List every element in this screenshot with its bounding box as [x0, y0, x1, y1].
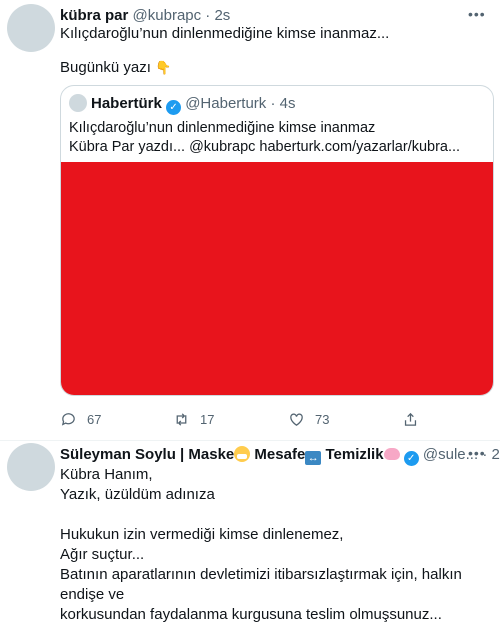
- like-count: 73: [315, 412, 330, 427]
- pointing-hand-icon: 👇: [155, 60, 172, 75]
- tweet-text-line1: Kılıçdaroğlu’nun dinlenmediğine kimse in…: [60, 25, 390, 42]
- tweet-text-line: Yazık, üzüldüm adınıza: [60, 486, 215, 503]
- quoted-text-line2: Kübra Par yazdı... @kubrapc haberturk.co…: [69, 139, 461, 155]
- tweet-text-line: korkusundan faydalanma kurgusuna teslim …: [60, 606, 442, 623]
- retweet-icon: [176, 413, 187, 426]
- quoted-text-line1: Kılıçdaroğlu’nun dinlenmediğine kimse in…: [69, 120, 376, 136]
- avatar[interactable]: [7, 443, 55, 491]
- retweet-button[interactable]: 17: [173, 411, 214, 428]
- reply-count: 67: [87, 412, 102, 427]
- face-with-mask-icon: [234, 446, 251, 462]
- more-icon[interactable]: •••: [468, 445, 486, 461]
- display-name[interactable]: kübra par: [60, 7, 128, 24]
- tweet-text-line: Kübra Hanım,: [60, 466, 153, 483]
- like-icon: [290, 413, 303, 426]
- handle[interactable]: @kubrapc: [133, 7, 202, 24]
- soap-icon: [383, 448, 400, 460]
- display-name-part: Temizlik: [321, 446, 384, 463]
- quoted-header: Habertürk ✓ @Haberturk · 4s: [91, 95, 295, 115]
- verified-icon: ✓: [166, 100, 182, 115]
- left-right-arrow-icon: ↔: [305, 451, 322, 465]
- quoted-tweet[interactable]: Habertürk ✓ @Haberturk · 4s Kılıçdaroğlu…: [60, 85, 494, 396]
- like-button[interactable]: 73: [288, 411, 329, 428]
- reply-button[interactable]: 67: [60, 411, 101, 428]
- retweet-count: 17: [200, 412, 215, 427]
- tweet-text-line: Ağır suçtur...: [60, 546, 145, 563]
- share-button[interactable]: [402, 411, 429, 428]
- display-name-part: Süleyman Soylu | Maske: [60, 446, 235, 463]
- timestamp[interactable]: 2s: [214, 7, 230, 24]
- tweet-header: kübra par @kubrapc · 2s: [60, 7, 230, 25]
- tweet-text-line: Hukukun izin vermediği kimse dinlenemez,: [60, 526, 344, 543]
- tweet-text: Bugünkü yazı: [60, 59, 151, 76]
- quoted-text: Kılıçdaroğlu’nun dinlenmediğine kimse in…: [69, 119, 485, 157]
- reply-icon: [61, 413, 75, 426]
- display-name[interactable]: Süleyman Soylu | Maske Mesafe ↔ Temizlik: [60, 446, 400, 465]
- tweet-actions: 67 17 73: [60, 411, 480, 431]
- quoted-media-image[interactable]: [61, 162, 493, 395]
- display-name-part: Mesafe: [250, 446, 306, 463]
- share-icon: [404, 412, 417, 426]
- more-icon[interactable]: •••: [468, 6, 486, 22]
- quoted-timestamp[interactable]: 4s: [280, 95, 296, 112]
- tweet-text-line: Batının aparatlarının devletimizi itibar…: [60, 566, 462, 603]
- tweet-header: Süleyman Soylu | Maske Mesafe ↔ Temizlik …: [60, 446, 500, 466]
- timestamp[interactable]: 23d: [491, 446, 500, 463]
- separator: ·: [205, 7, 211, 24]
- tweet-text: Kübra Hanım, Yazık, üzüldüm adınıza Huku…: [60, 465, 492, 625]
- tweet-text-line2: Bugünkü yazı 👇: [60, 58, 171, 78]
- avatar[interactable]: [7, 4, 55, 52]
- verified-icon: ✓: [403, 451, 419, 466]
- quoted-handle[interactable]: @Haberturk: [185, 95, 266, 112]
- quoted-display-name[interactable]: Habertürk: [91, 95, 162, 112]
- quoted-avatar[interactable]: [69, 94, 87, 112]
- separator: ·: [270, 95, 276, 112]
- tweet-kubra-par[interactable]: kübra par @kubrapc · 2s ••• Kılıçdaroğlu…: [0, 0, 500, 441]
